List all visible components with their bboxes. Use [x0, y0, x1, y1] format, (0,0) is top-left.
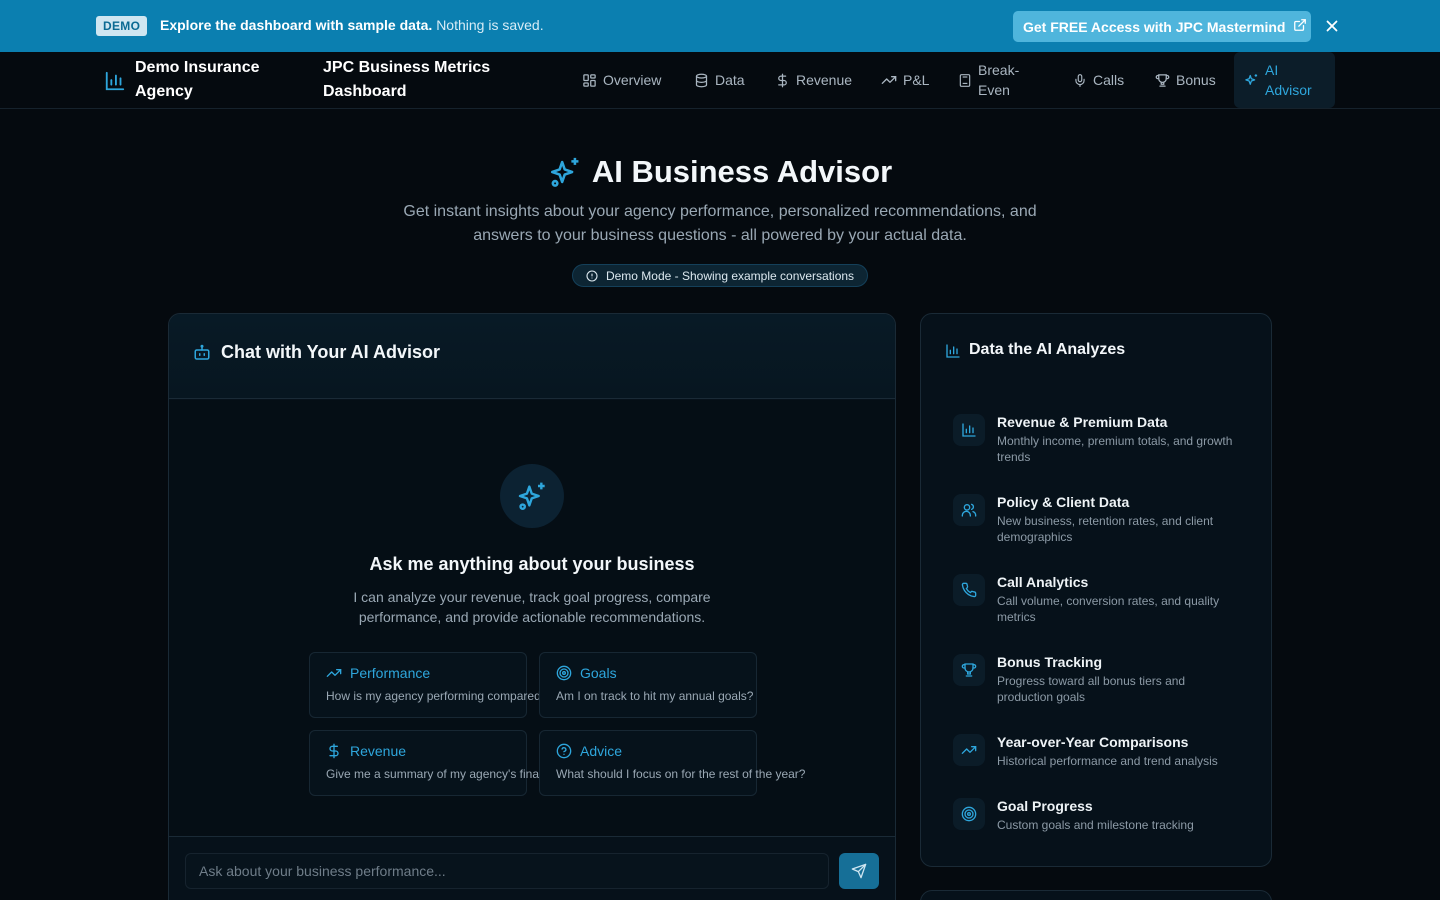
chat-input-bar: [169, 836, 895, 900]
trending-up-icon: [881, 76, 897, 84]
chat-panel: Chat with Your AI Advisor Ask me anythin…: [168, 313, 896, 900]
page-title: AI Business Advisor: [0, 154, 1440, 197]
empty-state-subtitle: I can analyze your revenue, track goal p…: [353, 589, 711, 625]
suggestion-label: Performance: [350, 665, 431, 681]
target-icon: [556, 665, 572, 681]
chat-input[interactable]: [185, 853, 829, 889]
suggestion-revenue[interactable]: Revenue Give me a summary of my agency's…: [309, 730, 600, 796]
bar-chart-icon: [104, 70, 126, 92]
nav-item-ai-advisor[interactable]: AI Advisor: [1234, 52, 1335, 108]
data-source-desc: Call volume, conversion rates, and quali…: [997, 594, 1220, 624]
data-source-desc: Historical performance and trend analysi…: [997, 754, 1218, 768]
data-source-title: Revenue & Premium Data: [997, 414, 1168, 430]
secondary-panel: [920, 890, 1272, 900]
external-link-icon: [1293, 18, 1307, 35]
data-panel-title: Data the AI Analyzes: [969, 341, 1126, 358]
suggestion-label: Revenue: [350, 743, 407, 759]
banner-message-bold: Explore the dashboard with sample data.: [160, 17, 433, 33]
data-source-title: Goal Progress: [997, 798, 1093, 814]
suggestion-text: Am I on track to hit my annual goals?: [556, 689, 754, 703]
data-source-desc: Monthly income, premium totals, and grow…: [997, 434, 1233, 464]
dollar-icon: [329, 743, 339, 759]
trophy-icon: [1155, 73, 1170, 87]
nav-label: Bonus: [1176, 72, 1216, 88]
demo-badge: DEMO: [96, 16, 148, 36]
bar-chart-icon: [953, 414, 985, 446]
page-subtitle: Get instant insights about your agency p…: [403, 203, 1037, 244]
nav-item-pnl[interactable]: P&L: [881, 52, 929, 108]
grid-icon: [583, 73, 596, 87]
banner-message: Explore the dashboard with sample data. …: [160, 17, 544, 33]
nav-label: P&L: [903, 72, 930, 88]
nav-label: AI Advisor: [1265, 62, 1312, 98]
cta-label: Get FREE Access with JPC Mastermind: [1023, 18, 1286, 35]
nav-label: Calls: [1093, 72, 1125, 88]
send-button[interactable]: [839, 853, 879, 889]
bar-chart-icon: [945, 343, 961, 364]
data-source-desc: Progress toward all bonus tiers and prod…: [997, 674, 1186, 704]
data-source-desc: Custom goals and milestone tracking: [997, 818, 1194, 832]
target-icon: [953, 798, 985, 830]
suggestion-label: Advice: [580, 743, 623, 759]
dashboard-title: JPC Business Metrics Dashboard: [323, 59, 491, 100]
demo-mode-badge: Demo Mode - Showing example conversation…: [572, 264, 868, 287]
data-source-desc: New business, retention rates, and clien…: [997, 514, 1214, 544]
microphone-icon: [1075, 73, 1085, 87]
page-title-text: AI Business Advisor: [591, 154, 893, 189]
info-icon: [586, 269, 598, 282]
nav-label: Break-Even: [978, 62, 1020, 98]
mastermind-cta-button[interactable]: Get FREE Access with JPC Mastermind: [1013, 11, 1311, 42]
suggestion-advice[interactable]: Advice What should I focus on for the re…: [539, 730, 805, 796]
sparkles-icon: [1245, 73, 1258, 85]
nav-item-overview[interactable]: Overview: [582, 52, 661, 108]
help-circle-icon: [556, 743, 572, 759]
trending-up-icon: [953, 734, 985, 766]
suggestion-goals[interactable]: Goals Am I on track to hit my annual goa…: [539, 652, 757, 718]
demo-banner: DEMO Explore the dashboard with sample d…: [0, 0, 1440, 52]
data-source-title: Bonus Tracking: [997, 654, 1103, 670]
nav-label: Revenue: [796, 72, 853, 88]
close-banner-button[interactable]: [1323, 17, 1341, 35]
data-source-title: Call Analytics: [997, 574, 1089, 590]
banner-message-rest: Nothing is saved.: [436, 17, 544, 33]
nav-label: Data: [715, 72, 745, 88]
data-source-title: Year-over-Year Comparisons: [997, 734, 1189, 750]
data-sources-panel: Data the AI Analyzes Revenue & Premium D…: [920, 313, 1272, 867]
nav-label: Overview: [603, 72, 662, 88]
nav-item-revenue[interactable]: Revenue: [775, 52, 852, 108]
sparkles-icon: [550, 157, 579, 187]
send-icon: [851, 863, 867, 879]
suggestion-performance[interactable]: Performance How is my agency performing …: [309, 652, 609, 718]
trending-up-icon: [326, 669, 342, 677]
nav-item-calls[interactable]: Calls: [1073, 52, 1124, 108]
suggestion-text: What should I focus on for the rest of t…: [556, 767, 806, 781]
suggestion-label: Goals: [580, 665, 617, 681]
nav-item-break-even[interactable]: Break-Even: [958, 52, 1028, 108]
sparkles-icon: [500, 464, 564, 528]
data-source-title: Policy & Client Data: [997, 494, 1130, 510]
dollar-icon: [778, 73, 787, 87]
bot-icon: [193, 344, 211, 367]
nav-item-data[interactable]: Data: [694, 52, 745, 108]
chat-header: Chat with Your AI Advisor: [169, 314, 895, 399]
chat-title: Chat with Your AI Advisor: [221, 342, 441, 362]
database-icon: [695, 73, 708, 87]
users-icon: [953, 494, 985, 526]
calculator-icon: [959, 73, 971, 87]
chat-messages: Ask me anything about your business I ca…: [169, 400, 895, 836]
top-nav: Demo Insurance Agency JPC Business Metri…: [0, 52, 1440, 109]
agency-name[interactable]: Demo Insurance Agency: [135, 56, 285, 104]
phone-icon: [953, 574, 985, 606]
nav-item-bonus[interactable]: Bonus: [1155, 52, 1216, 108]
trophy-icon: [953, 654, 985, 686]
close-icon: [1326, 20, 1338, 32]
empty-state-title: Ask me anything about your business: [369, 554, 695, 574]
demo-mode-text: Demo Mode - Showing example conversation…: [605, 268, 855, 283]
